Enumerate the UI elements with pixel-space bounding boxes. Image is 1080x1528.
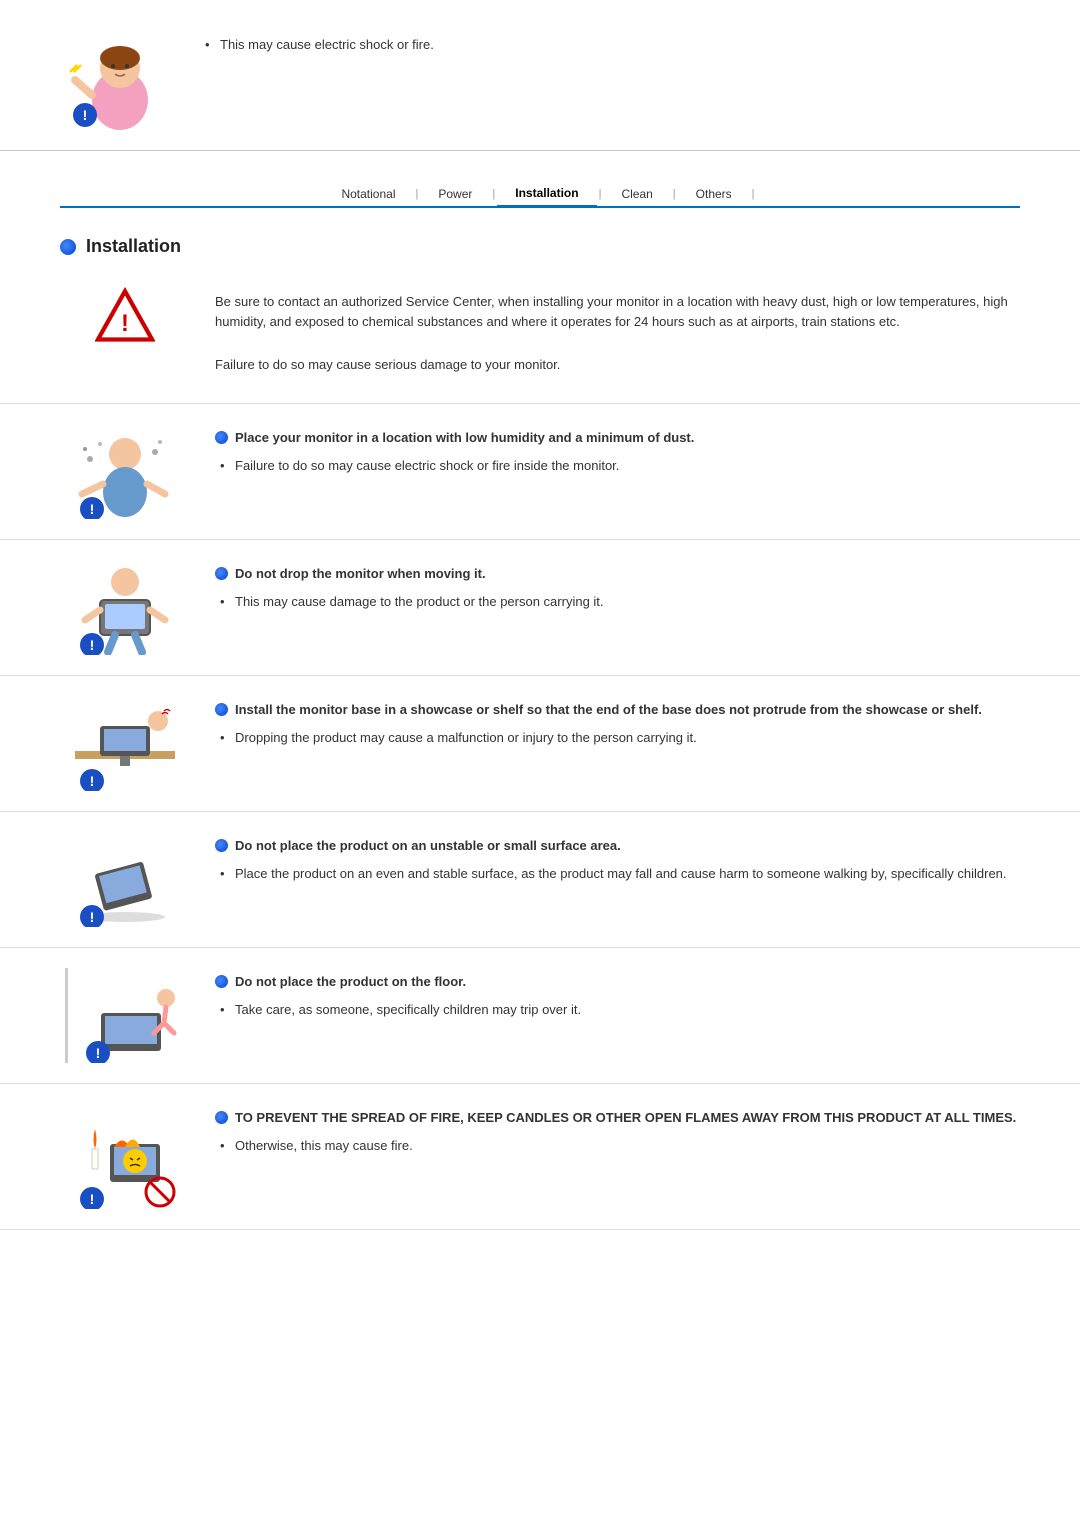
block-0-para-1: Be sure to contact an authorized Service…	[215, 292, 1020, 332]
block-2-text: Do not drop the monitor when moving it. …	[215, 560, 1020, 611]
svg-text:!: !	[121, 311, 129, 337]
section-title: Installation	[86, 236, 181, 257]
block-4-bullet-0: Place the product on an even and stable …	[215, 864, 1020, 884]
top-illustration: !	[60, 30, 180, 130]
svg-text:!: !	[90, 1191, 95, 1207]
block-3-dot	[215, 703, 228, 716]
block-4-illustration: !	[60, 832, 190, 927]
block-0-text: Be sure to contact an authorized Service…	[215, 287, 1020, 383]
section-dot-icon	[60, 239, 76, 255]
block-6-title: TO PREVENT THE SPREAD OF FIRE, KEEP CAND…	[235, 1109, 1016, 1127]
block-1: ! Place your monitor in a location with …	[0, 404, 1080, 540]
block-4-title: Do not place the product on an unstable …	[235, 837, 621, 855]
nav-area: Notational | Power | Installation | Clea…	[0, 151, 1080, 218]
block-2: ! Do not drop the monitor when moving it…	[0, 540, 1080, 676]
block-4: ! Do not place the product on an unstabl…	[0, 812, 1080, 948]
block-1-text: Place your monitor in a location with lo…	[215, 424, 1020, 475]
nav-sep-4: |	[671, 188, 678, 200]
block-5-dot	[215, 975, 228, 988]
block-3-title: Install the monitor base in a showcase o…	[235, 701, 982, 719]
block-1-title: Place your monitor in a location with lo…	[235, 429, 694, 447]
block-5-bullet-0: Take care, as someone, specifically chil…	[215, 1000, 1020, 1020]
svg-text:!: !	[90, 637, 95, 653]
block-4-dot	[215, 839, 228, 852]
tab-installation[interactable]: Installation	[497, 181, 596, 208]
block-1-dot	[215, 431, 228, 444]
tab-clean[interactable]: Clean	[603, 182, 670, 206]
block-3-header: Install the monitor base in a showcase o…	[215, 701, 1020, 719]
nav-sep-1: |	[414, 188, 421, 200]
nav-sep-3: |	[597, 188, 604, 200]
block-0-para-2: Failure to do so may cause serious damag…	[215, 355, 1020, 375]
tab-power[interactable]: Power	[420, 182, 490, 206]
block-6-bullet-0: Otherwise, this may cause fire.	[215, 1136, 1020, 1156]
block-5-header: Do not place the product on the floor.	[215, 973, 1020, 991]
nav-sep-5: |	[750, 188, 757, 200]
section-header: Installation	[0, 218, 1080, 267]
block-0: ! Be sure to contact an authorized Servi…	[0, 267, 1080, 404]
block-3-text: Install the monitor base in a showcase o…	[215, 696, 1020, 747]
svg-text:!: !	[90, 773, 95, 789]
block-4-text: Do not place the product on an unstable …	[215, 832, 1020, 883]
block-1-header: Place your monitor in a location with lo…	[215, 429, 1020, 447]
block-2-header: Do not drop the monitor when moving it.	[215, 565, 1020, 583]
block-2-dot	[215, 567, 228, 580]
svg-text:!: !	[95, 1045, 100, 1061]
block-3: ! Install the monitor base in a showcase…	[0, 676, 1080, 812]
tab-notational[interactable]: Notational	[323, 182, 413, 206]
nav-tabs: Notational | Power | Installation | Clea…	[60, 181, 1020, 208]
block-3-bullet-0: Dropping the product may cause a malfunc…	[215, 728, 1020, 748]
block-1-illustration: !	[60, 424, 190, 519]
top-bullet-text: This may cause electric shock or fire.	[200, 30, 1020, 55]
top-section: ! This may cause electric shock or fire.	[0, 0, 1080, 151]
svg-text:!: !	[90, 909, 95, 925]
block-0-illustration: !	[60, 287, 190, 342]
block-6-header: TO PREVENT THE SPREAD OF FIRE, KEEP CAND…	[215, 1109, 1020, 1127]
block-2-illustration: !	[60, 560, 190, 655]
top-bullet-item: This may cause electric shock or fire.	[200, 35, 1020, 55]
block-3-illustration: !	[60, 696, 190, 791]
block-5-illustration: !	[60, 968, 190, 1063]
block-6-illustration: !	[60, 1104, 190, 1209]
svg-text:!: !	[90, 501, 95, 517]
block-2-title: Do not drop the monitor when moving it.	[235, 565, 486, 583]
block-6-text: TO PREVENT THE SPREAD OF FIRE, KEEP CAND…	[215, 1104, 1020, 1155]
block-4-header: Do not place the product on an unstable …	[215, 837, 1020, 855]
block-6: ! TO PREVENT THE SPREAD OF FIRE, KEEP CA…	[0, 1084, 1080, 1230]
tab-others[interactable]: Others	[678, 182, 750, 206]
svg-text:!: !	[83, 107, 88, 123]
block-2-bullet-0: This may cause damage to the product or …	[215, 592, 1020, 612]
nav-sep-2: |	[490, 188, 497, 200]
block-5: ! Do not place the product on the floor.…	[0, 948, 1080, 1084]
block-6-dot	[215, 1111, 228, 1124]
block-5-text: Do not place the product on the floor. T…	[215, 968, 1020, 1019]
block-5-title: Do not place the product on the floor.	[235, 973, 466, 991]
block-1-bullet-0: Failure to do so may cause electric shoc…	[215, 456, 1020, 476]
